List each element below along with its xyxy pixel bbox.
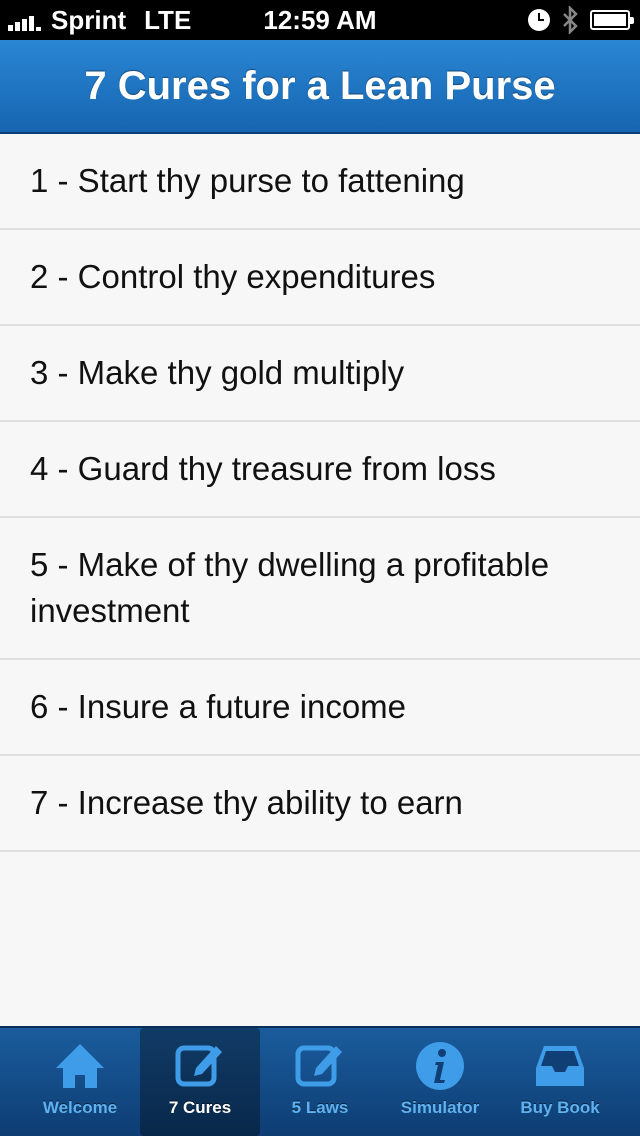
edit-icon bbox=[175, 1045, 222, 1087]
list-item-cure-2[interactable]: 2 - Control thy expenditures bbox=[0, 230, 640, 326]
inbox-icon bbox=[536, 1046, 584, 1086]
list-item-cure-5[interactable]: 5 - Make of thy dwelling a profitable in… bbox=[0, 518, 640, 660]
home-icon bbox=[56, 1044, 104, 1088]
tab-label: 7 Cures bbox=[168, 1098, 232, 1117]
bluetooth-icon bbox=[563, 6, 578, 34]
list-item-label: 1 - Start thy purse to fattening bbox=[30, 162, 465, 199]
battery-fill bbox=[594, 14, 626, 26]
alarm-clock-icon bbox=[528, 9, 550, 31]
tab-label: 5 Laws bbox=[291, 1098, 349, 1117]
navigation-bar: 7 Cures for a Lean Purse bbox=[0, 40, 640, 134]
status-right bbox=[528, 6, 634, 34]
tab-5-laws[interactable]: 5 Laws bbox=[260, 1028, 380, 1136]
list-item-cure-1[interactable]: 1 - Start thy purse to fattening bbox=[0, 134, 640, 230]
tab-buy-book[interactable]: Buy Book bbox=[500, 1028, 620, 1136]
list-item-label: 2 - Control thy expenditures bbox=[30, 258, 436, 295]
page-title: 7 Cures for a Lean Purse bbox=[84, 63, 556, 108]
list-item-label: 5 - Make of thy dwelling a profitable in… bbox=[30, 546, 550, 629]
list-item-label: 4 - Guard thy treasure from loss bbox=[30, 450, 496, 487]
tab-label: Welcome bbox=[42, 1098, 118, 1117]
tab-welcome[interactable]: Welcome bbox=[20, 1028, 140, 1136]
tab-bar: Welcome 7 Cures 5 Laws Simulator Buy Boo… bbox=[0, 1026, 640, 1136]
list-item-cure-6[interactable]: 6 - Insure a future income bbox=[0, 660, 640, 756]
info-icon bbox=[416, 1042, 464, 1090]
edit-icon bbox=[295, 1045, 342, 1087]
tab-7-cures[interactable]: 7 Cures bbox=[140, 1028, 260, 1136]
list-item-label: 7 - Increase thy ability to earn bbox=[30, 784, 463, 821]
tab-label: Simulator bbox=[400, 1098, 480, 1117]
battery-icon bbox=[590, 10, 634, 30]
status-bar: Sprint LTE 12:59 AM bbox=[0, 0, 640, 40]
list-item-cure-3[interactable]: 3 - Make thy gold multiply bbox=[0, 326, 640, 422]
list-item-cure-7[interactable]: 7 - Increase thy ability to earn bbox=[0, 756, 640, 852]
tab-simulator[interactable]: Simulator bbox=[380, 1028, 500, 1136]
list-item-label: 3 - Make thy gold multiply bbox=[30, 354, 405, 391]
list-item-cure-4[interactable]: 4 - Guard thy treasure from loss bbox=[0, 422, 640, 518]
list-item-label: 6 - Insure a future income bbox=[30, 688, 407, 725]
cures-list: 1 - Start thy purse to fattening 2 - Con… bbox=[0, 134, 640, 852]
tab-label: Buy Book bbox=[520, 1098, 600, 1117]
